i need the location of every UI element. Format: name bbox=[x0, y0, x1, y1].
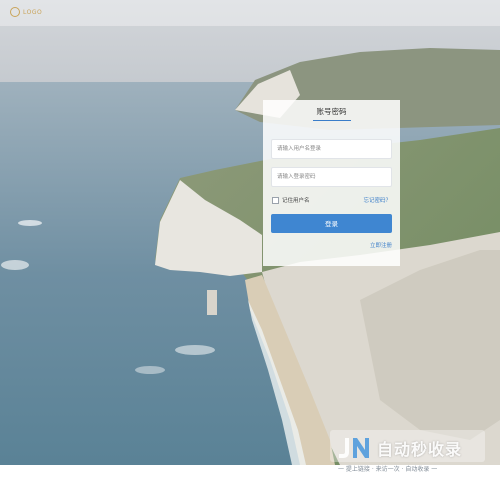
logo[interactable]: LOGO bbox=[10, 7, 42, 17]
register-link[interactable]: 立即注册 bbox=[370, 241, 392, 249]
login-button[interactable]: 登录 bbox=[271, 214, 392, 233]
remember-username[interactable]: 记住用户名 bbox=[272, 196, 310, 204]
remember-label: 记住用户名 bbox=[282, 198, 310, 204]
tab-active-indicator bbox=[313, 120, 351, 121]
username-input[interactable] bbox=[271, 139, 392, 159]
top-bar: LOGO bbox=[0, 0, 500, 26]
forgot-password-link[interactable]: 忘记密码？ bbox=[363, 196, 391, 204]
watermark-subtitle: 一 提上链接 · 来访一次 · 自动收录 一 bbox=[338, 466, 438, 473]
login-panel: 账号密码 记住用户名 忘记密码？ 登录 立即注册 bbox=[263, 100, 400, 266]
watermark: 自动秒收录 一 提上链接 · 来访一次 · 自动收录 一 bbox=[330, 430, 485, 474]
remember-checkbox[interactable] bbox=[272, 196, 279, 204]
tab-account-password[interactable]: 账号密码 bbox=[263, 106, 400, 117]
logo-icon bbox=[10, 7, 20, 17]
login-page: LOGO 账号密码 记住用户名 忘记密码？ 登录 立即注册 自动秒收录 一 提上… bbox=[0, 0, 500, 500]
jn-logo-icon bbox=[339, 438, 369, 458]
background-image bbox=[0, 0, 500, 465]
password-input[interactable] bbox=[271, 167, 392, 187]
logo-text: LOGO bbox=[23, 8, 43, 16]
watermark-title: 自动秒收录 bbox=[377, 440, 463, 459]
